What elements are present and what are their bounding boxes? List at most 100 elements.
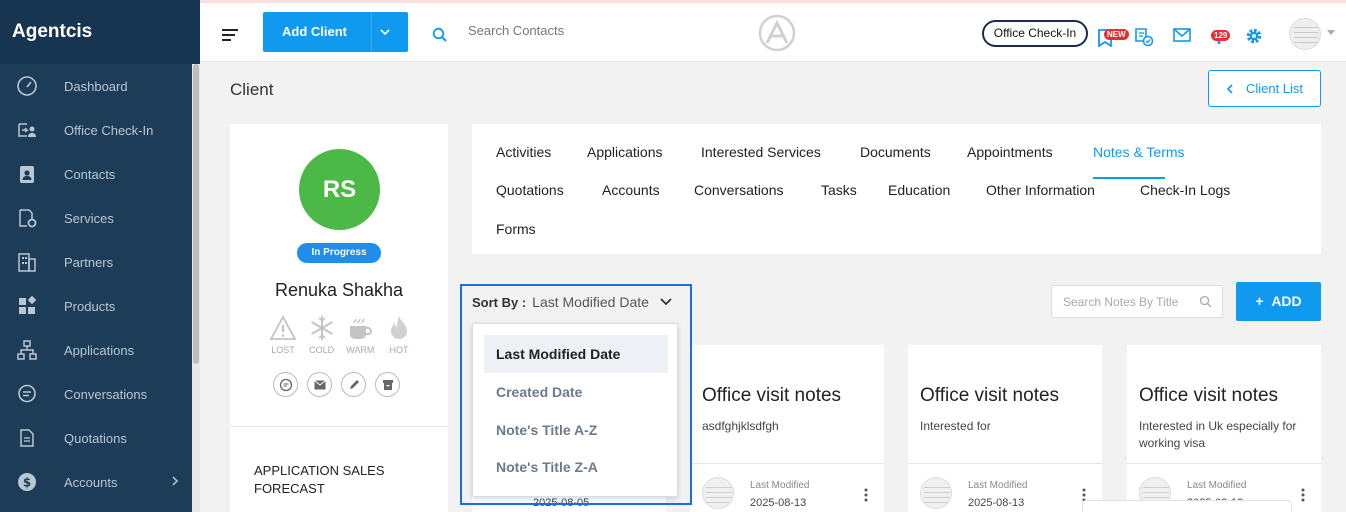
- tab-activities[interactable]: Activities: [496, 144, 551, 160]
- add-client-button[interactable]: Add Client: [263, 12, 408, 52]
- task-check-icon[interactable]: [1134, 27, 1154, 47]
- temp-hot[interactable]: HOT: [382, 313, 416, 355]
- sidebar-item-applications[interactable]: Applications: [0, 328, 200, 372]
- temp-warm[interactable]: WARM: [343, 313, 377, 355]
- chat-bubble-icon: [16, 383, 38, 405]
- archive-icon[interactable]: [375, 372, 400, 397]
- tab-notes-terms[interactable]: Notes & Terms: [1093, 144, 1185, 160]
- note-card[interactable]: Office visit notes Interested for Last M…: [908, 345, 1102, 512]
- sidebar-item-products[interactable]: Products: [0, 284, 200, 328]
- sort-by-value: Last Modified Date: [532, 294, 649, 310]
- search-icon[interactable]: [432, 27, 448, 43]
- brand-logo[interactable]: Agentcis: [0, 0, 200, 64]
- sidebar-item-label: Applications: [64, 342, 135, 358]
- sidebar-item-services[interactable]: Services: [0, 196, 200, 240]
- mail-icon[interactable]: [1173, 28, 1191, 42]
- add-client-label: Add Client: [282, 24, 347, 39]
- sidebar-item-label: Contacts: [64, 166, 116, 182]
- scrollbar-thumb[interactable]: [193, 64, 199, 364]
- note-title: Office visit notes: [1139, 385, 1279, 406]
- note-card[interactable]: Office visit notes asdfghjklsdfgh Last M…: [690, 345, 884, 512]
- temp-lost[interactable]: LOST: [266, 313, 300, 355]
- floating-panel-edge: [1082, 500, 1292, 512]
- client-list-button[interactable]: Client List: [1208, 70, 1321, 107]
- temp-label: HOT: [389, 345, 409, 355]
- tab-tasks[interactable]: Tasks: [821, 182, 857, 198]
- client-name: Renuka Shakha: [274, 280, 404, 300]
- sidebar-item-office-check-in[interactable]: Office Check-In: [0, 108, 200, 152]
- notes-search-input[interactable]: [1063, 286, 1199, 317]
- note-title: Office visit notes: [702, 385, 842, 406]
- add-note-button[interactable]: + ADD: [1236, 282, 1321, 321]
- application-sales-forecast-title: APPLICATION SALES FORECAST: [254, 463, 385, 496]
- sidebar-item-label: Dashboard: [64, 78, 128, 94]
- client-avatar: RS: [299, 149, 380, 230]
- temp-label: WARM: [346, 345, 375, 355]
- sidebar-scrollbar[interactable]: [192, 64, 200, 512]
- office-checkin-button[interactable]: Office Check-In: [982, 20, 1088, 47]
- kebab-menu-icon[interactable]: [1301, 488, 1305, 502]
- notes-search-field[interactable]: [1051, 285, 1223, 318]
- sort-option-title-a-z[interactable]: Note's Title A-Z: [484, 411, 668, 449]
- sort-option-created-date[interactable]: Created Date: [484, 373, 668, 411]
- mail-icon[interactable]: [307, 372, 332, 397]
- sidebar-item-contacts[interactable]: Contacts: [0, 152, 200, 196]
- tab-other-information[interactable]: Other Information: [986, 182, 1095, 198]
- kebab-menu-icon[interactable]: [864, 488, 868, 502]
- gear-icon[interactable]: [1245, 27, 1263, 45]
- tab-appointments[interactable]: Appointments: [967, 144, 1053, 160]
- tab-conversations[interactable]: Conversations: [694, 182, 784, 198]
- note-card[interactable]: Office visit notes Interested in Uk espe…: [1127, 345, 1321, 512]
- tab-check-in-logs[interactable]: Check-In Logs: [1140, 182, 1230, 198]
- tab-accounts[interactable]: Accounts: [602, 182, 660, 198]
- profile-actions: [273, 372, 400, 397]
- note-divider: [1127, 463, 1321, 464]
- sidebar-item-label: Office Check-In: [64, 122, 154, 138]
- sidebar-item-conversations[interactable]: Conversations: [0, 372, 200, 416]
- temp-label: LOST: [271, 345, 295, 355]
- sort-by-dropdown[interactable]: Sort By : Last Modified Date: [472, 294, 673, 310]
- sidebar-item-label: Products: [64, 298, 116, 314]
- chat-icon[interactable]: [273, 372, 298, 397]
- note-description: Interested for: [920, 419, 991, 433]
- gauge-icon: [16, 75, 38, 97]
- document-icon: [16, 427, 38, 449]
- blocks-icon: [16, 295, 38, 317]
- company-logo-icon: [757, 13, 797, 53]
- dollar-icon: $: [16, 471, 38, 493]
- service-gear-icon: [16, 207, 38, 229]
- sidebar-item-quotations[interactable]: Quotations: [0, 416, 200, 460]
- sort-option-title-z-a[interactable]: Note's Title Z-A: [484, 448, 668, 486]
- tab-interested-services[interactable]: Interested Services: [701, 144, 821, 160]
- pencil-icon[interactable]: [341, 372, 366, 397]
- notification-count-badge: 129: [1211, 30, 1231, 41]
- client-list-label: Client List: [1245, 81, 1304, 96]
- tab-quotations[interactable]: Quotations: [496, 182, 564, 198]
- temp-cold[interactable]: COLD: [305, 313, 339, 355]
- last-modified-label: Last Modified: [968, 480, 1028, 491]
- sidebar-item-dashboard[interactable]: Dashboard: [0, 64, 200, 108]
- note-description: Interested in Uk especially for working …: [1139, 419, 1297, 450]
- hamburger-menu-icon[interactable]: [222, 28, 240, 42]
- flame-icon: [382, 313, 416, 343]
- building-icon: [16, 251, 38, 273]
- sidebar-item-accounts[interactable]: $ Accounts: [0, 460, 200, 504]
- chevron-down-icon[interactable]: [379, 27, 391, 37]
- search-contacts-input[interactable]: Search Contacts: [468, 23, 564, 38]
- sidebar-item-label: Accounts: [64, 474, 118, 490]
- user-avatar[interactable]: [1289, 18, 1321, 50]
- sort-option-last-modified-date[interactable]: Last Modified Date: [484, 335, 668, 373]
- snowflake-icon: [305, 313, 339, 343]
- tab-education[interactable]: Education: [888, 182, 950, 198]
- hierarchy-icon: [16, 339, 38, 361]
- sort-by-label: Sort By :: [472, 294, 527, 310]
- caret-down-icon[interactable]: [1327, 30, 1335, 36]
- sidebar-item-partners[interactable]: Partners: [0, 240, 200, 284]
- tab-documents[interactable]: Documents: [860, 144, 931, 160]
- tab-applications[interactable]: Applications: [587, 144, 663, 160]
- search-icon: [1199, 295, 1212, 308]
- contact-badge-icon: [16, 163, 38, 185]
- status-badge[interactable]: In Progress: [297, 243, 381, 263]
- tab-forms[interactable]: Forms: [496, 221, 536, 237]
- sidebar-item-label: Services: [64, 210, 114, 226]
